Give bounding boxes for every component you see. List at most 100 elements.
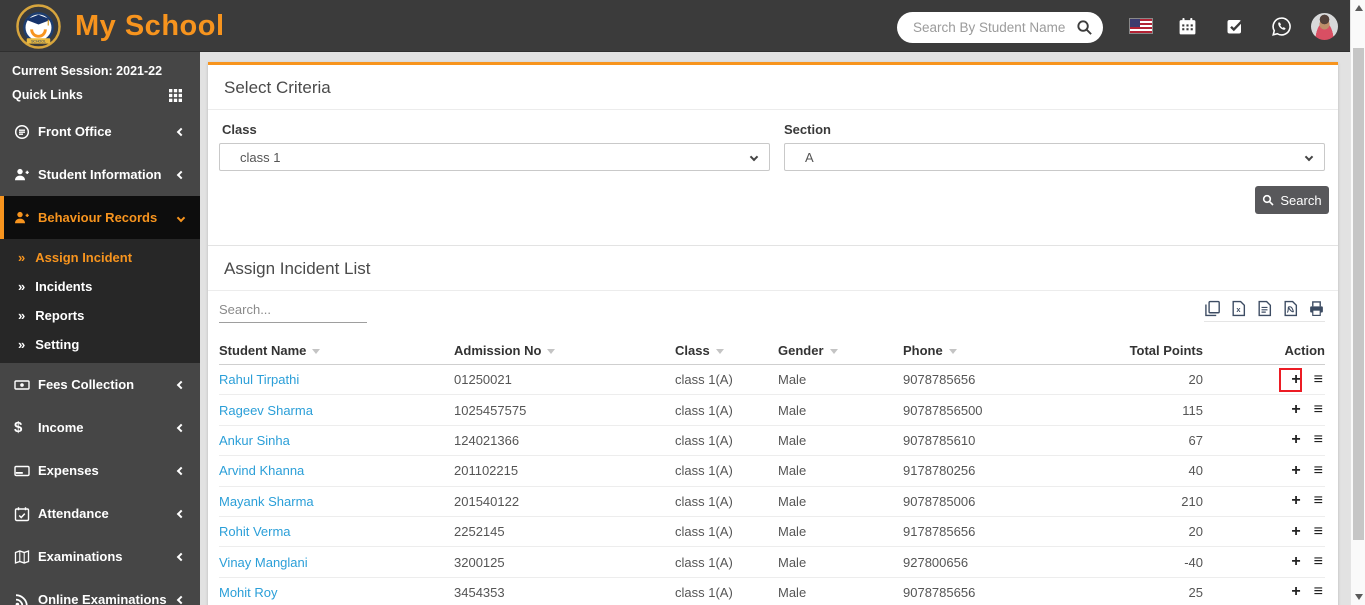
table-row: Rageev Sharma 1025457575 class 1(A) Male… — [219, 395, 1325, 426]
double-arrow-icon: » — [18, 279, 26, 294]
scrollbar-thumb[interactable] — [1353, 48, 1364, 540]
sidebar-item-examinations[interactable]: Examinations — [0, 535, 200, 578]
search-icon[interactable] — [1076, 19, 1093, 36]
add-incident-button[interactable]: + — [1291, 493, 1300, 509]
column-header-phone[interactable]: Phone — [903, 343, 1083, 358]
grid-icon[interactable] — [169, 88, 182, 102]
student-name-link[interactable]: Rageev Sharma — [219, 403, 454, 418]
action-cell: + ≡ — [1203, 493, 1325, 509]
criteria-form: Class class 1 Section A Search — [208, 110, 1338, 246]
sidebar-item-expenses[interactable]: Expenses — [0, 449, 200, 492]
row-menu-button[interactable]: ≡ — [1314, 493, 1323, 509]
export-csv-icon[interactable] — [1256, 300, 1273, 317]
sidebar-item-behaviour-records[interactable]: Behaviour Records — [0, 196, 200, 239]
gender-cell: Male — [778, 524, 807, 540]
student-name-link[interactable]: Arvind Khanna — [219, 463, 454, 478]
student-name-link[interactable]: Vinay Manglani — [219, 555, 454, 570]
row-menu-button[interactable]: ≡ — [1314, 402, 1323, 418]
export-pdf-icon[interactable] — [1282, 300, 1299, 317]
export-excel-icon[interactable]: x — [1230, 300, 1247, 317]
double-arrow-icon: » — [18, 337, 26, 352]
content-card: Select Criteria Class class 1 Section A … — [208, 62, 1338, 605]
main-content: Select Criteria Class class 1 Section A … — [200, 52, 1350, 605]
rss-icon — [14, 592, 38, 605]
row-menu-button[interactable]: ≡ — [1314, 432, 1323, 448]
sort-caret-icon — [948, 349, 957, 354]
gender-cell: Male — [778, 402, 807, 418]
submenu-item-incidents[interactable]: » Incidents — [0, 272, 200, 301]
chevron-down-icon — [176, 213, 186, 222]
column-header-gender[interactable]: Gender — [778, 343, 903, 358]
submenu-item-reports[interactable]: » Reports — [0, 301, 200, 330]
section-select[interactable]: A — [784, 143, 1325, 171]
action-cell: + ≡ — [1203, 554, 1325, 570]
row-menu-button[interactable]: ≡ — [1314, 523, 1323, 540]
scrollbar-up-arrow[interactable] — [1354, 5, 1363, 11]
export-toolbar: x — [1204, 300, 1325, 322]
row-menu-button[interactable]: ≡ — [1314, 371, 1323, 388]
export-copy-icon[interactable] — [1204, 300, 1221, 317]
search-button[interactable]: Search — [1255, 186, 1329, 214]
current-session-label: Current Session: 2021-22 — [12, 64, 163, 78]
row-menu-button[interactable]: ≡ — [1314, 462, 1323, 479]
action-cell: + ≡ — [1203, 402, 1325, 418]
avatar[interactable] — [1310, 0, 1338, 52]
add-incident-button[interactable]: + — [1291, 432, 1300, 448]
student-name-link[interactable]: Rahul Tirpathi — [219, 372, 454, 387]
sidebar-item-income[interactable]: $ Income — [0, 406, 200, 449]
table-row: Arvind Khanna 201102215 class 1(A) Male … — [219, 456, 1325, 487]
student-search-input[interactable] — [913, 20, 1076, 35]
app-title: My School — [75, 10, 225, 42]
admission-no-cell: 1025457575 — [454, 402, 527, 418]
row-menu-button[interactable]: ≡ — [1314, 554, 1323, 570]
add-incident-button[interactable]: + — [1291, 584, 1300, 600]
class-cell: class 1(A) — [675, 463, 733, 479]
sidebar-item-online-examinations[interactable]: Online Examinations — [0, 578, 200, 605]
sidebar-item-fees-collection[interactable]: Fees Collection — [0, 363, 200, 406]
list-toolbar: x — [208, 291, 1338, 337]
quick-links[interactable]: Quick Links — [0, 78, 200, 110]
sidebar-item-student-information[interactable]: Student Information — [0, 153, 200, 196]
student-name-link[interactable]: Mohit Roy — [219, 585, 454, 600]
column-header-total-points: Total Points — [1129, 343, 1203, 358]
sidebar-item-front-office[interactable]: Front Office — [0, 110, 200, 153]
calendar-icon[interactable] — [1176, 0, 1198, 52]
export-print-icon[interactable] — [1308, 300, 1325, 317]
column-header-class[interactable]: Class — [675, 343, 778, 358]
action-cell: + ≡ — [1203, 523, 1325, 540]
svg-text:SCHOOL: SCHOOL — [31, 39, 46, 43]
whatsapp-icon[interactable] — [1270, 0, 1292, 52]
brand-logo[interactable]: SCHOOL My School — [16, 3, 225, 49]
table-search-input[interactable] — [219, 297, 367, 323]
submenu-item-setting[interactable]: » Setting — [0, 330, 200, 359]
row-menu-button[interactable]: ≡ — [1314, 584, 1323, 600]
us-flag-icon[interactable] — [1129, 0, 1153, 52]
scrollbar-down-arrow[interactable] — [1354, 594, 1363, 600]
chevron-left-icon — [176, 509, 186, 518]
chevron-left-icon — [176, 595, 186, 604]
sidebar-item-label: Fees Collection — [38, 377, 135, 392]
app-root: SCHOOL My School Current Session — [0, 0, 1365, 605]
add-incident-button[interactable]: + — [1291, 402, 1300, 418]
add-incident-button[interactable]: + — [1291, 523, 1300, 540]
class-select[interactable]: class 1 — [219, 143, 770, 171]
gender-cell: Male — [778, 584, 807, 600]
page-scrollbar — [1350, 0, 1365, 605]
submenu-item-assign-incident[interactable]: » Assign Incident — [0, 243, 200, 272]
add-incident-button[interactable]: + — [1291, 554, 1300, 570]
add-incident-button[interactable]: + — [1291, 462, 1300, 479]
chevron-left-icon — [176, 552, 186, 561]
student-name-link[interactable]: Rohit Verma — [219, 524, 454, 539]
gender-cell: Male — [778, 463, 807, 479]
student-name-link[interactable]: Mayank Sharma — [219, 494, 454, 509]
phone-cell: 9078785656 — [903, 372, 976, 388]
class-select-value: class 1 — [240, 149, 281, 165]
column-header-student-name[interactable]: Student Name — [219, 343, 454, 358]
student-name-link[interactable]: Ankur Sinha — [219, 433, 454, 448]
front-office-icon — [14, 124, 38, 140]
admission-no-cell: 3200125 — [454, 554, 505, 570]
column-header-admission-no[interactable]: Admission No — [454, 343, 675, 358]
sidebar-item-attendance[interactable]: Attendance — [0, 492, 200, 535]
admission-no-cell: 124021366 — [454, 432, 520, 448]
tasks-icon[interactable] — [1224, 0, 1246, 52]
